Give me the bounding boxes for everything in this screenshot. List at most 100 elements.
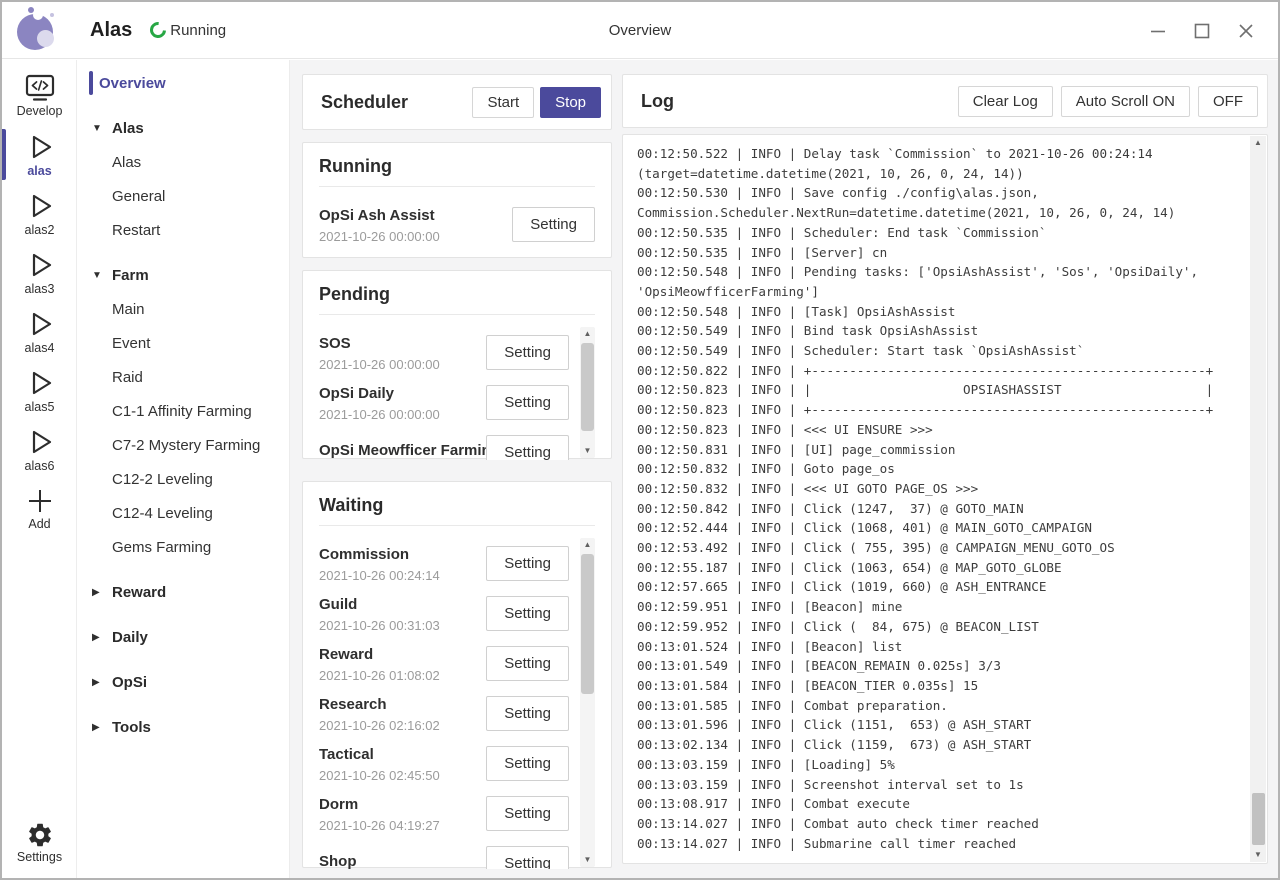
maximize-icon — [1191, 20, 1213, 42]
divider — [319, 525, 595, 526]
rail-item-label: alas6 — [25, 459, 55, 473]
task-setting-button[interactable]: Setting — [486, 435, 569, 461]
task-setting-button[interactable]: Setting — [486, 746, 569, 781]
task-name: Research — [319, 694, 440, 715]
scroll-up-icon[interactable]: ▲ — [1250, 136, 1266, 150]
nav-item[interactable]: General — [77, 179, 289, 213]
divider — [319, 186, 595, 187]
waiting-scrollbar[interactable]: ▲ ▼ — [580, 538, 595, 867]
task-setting-button[interactable]: Setting — [486, 646, 569, 681]
nav-arrow-icon: ▶ — [92, 587, 112, 598]
task-setting-button[interactable]: Setting — [486, 796, 569, 831]
nav-item[interactable]: ▼ Alas — [77, 111, 289, 145]
rail-item-alas6[interactable]: alas6 — [2, 420, 77, 479]
task-info: Commission 2021-10-26 00:24:14 — [319, 544, 440, 583]
scroll-down-icon[interactable]: ▼ — [580, 853, 595, 867]
scrollbar-thumb[interactable] — [581, 343, 594, 431]
running-spinner-icon — [147, 19, 170, 42]
nav-item[interactable]: Raid — [77, 360, 289, 394]
running-title: Running — [319, 156, 595, 177]
log-line: 00:12:57.665 | INFO | Click (1019, 660) … — [637, 577, 1237, 597]
log-scrollbar[interactable]: ▲ ▼ — [1250, 136, 1266, 862]
task-name: Dorm — [319, 794, 440, 815]
scroll-down-icon[interactable]: ▼ — [580, 444, 595, 458]
scrollbar-thumb[interactable] — [1252, 793, 1265, 845]
log-buttons: Clear Log Auto Scroll ON OFF — [958, 86, 1258, 117]
log-line: 00:12:59.952 | INFO | Click ( 84, 675) @… — [637, 617, 1237, 637]
log-line: 00:12:50.832 | INFO | <<< UI GOTO PAGE_O… — [637, 479, 1237, 499]
rail-item-add[interactable]: Add — [2, 479, 77, 538]
task-setting-button[interactable]: Setting — [486, 846, 569, 870]
task-setting-button[interactable]: Setting — [486, 546, 569, 581]
task-row: OpSi Daily 2021-10-26 00:00:00 Setting — [319, 377, 569, 427]
rail-item-settings[interactable]: Settings — [2, 813, 77, 872]
nav-item[interactable]: ▶ Daily — [77, 620, 289, 654]
nav-item[interactable]: C1-1 Affinity Farming — [77, 394, 289, 428]
log-line: 00:12:50.549 | INFO | Scheduler: Start t… — [637, 341, 1237, 361]
task-setting-button[interactable]: Setting — [486, 596, 569, 631]
maximize-button[interactable] — [1180, 11, 1224, 51]
clear-log-button[interactable]: Clear Log — [958, 86, 1053, 117]
code-monitor-icon — [24, 73, 56, 103]
scheduler-status: Running — [150, 22, 226, 39]
log-output[interactable]: 00:12:50.522 | INFO | Delay task `Commis… — [622, 134, 1268, 864]
nav-item[interactable]: Event — [77, 326, 289, 360]
scheduler-stop-button[interactable]: Stop — [540, 87, 601, 118]
plus-icon — [25, 486, 55, 516]
nav-item[interactable]: Main — [77, 292, 289, 326]
pending-scrollbar[interactable]: ▲ ▼ — [580, 327, 595, 458]
scroll-up-icon[interactable]: ▲ — [580, 327, 595, 341]
nav-item[interactable]: Gems Farming — [77, 530, 289, 564]
log-line: 00:12:50.842 | INFO | Click (1247, 37) @… — [637, 499, 1237, 519]
nav-arrow-icon: ▼ — [92, 270, 112, 281]
task-setting-button[interactable]: Setting — [486, 385, 569, 420]
nav-item-label: C12-4 Leveling — [112, 505, 213, 522]
log-line: 00:12:50.530 | INFO | Save config ./conf… — [637, 183, 1237, 203]
rail-item-alas2[interactable]: alas2 — [2, 184, 77, 243]
nav-item-label: Tools — [112, 719, 151, 736]
nav-item[interactable]: C12-4 Leveling — [77, 496, 289, 530]
nav-item[interactable]: C7-2 Mystery Farming — [77, 428, 289, 462]
minimize-button[interactable] — [1136, 11, 1180, 51]
nav-item[interactable]: ▼ Farm — [77, 258, 289, 292]
waiting-title: Waiting — [319, 495, 595, 516]
nav-item[interactable]: ▶ OpSi — [77, 665, 289, 699]
log-line: 00:12:50.548 | INFO | [Task] OpsiAshAssi… — [637, 302, 1237, 322]
play-icon — [24, 190, 56, 222]
rail-item-alas4[interactable]: alas4 — [2, 302, 77, 361]
log-line: Commission.Scheduler.NextRun=datetime.da… — [637, 203, 1237, 223]
task-setting-button[interactable]: Setting — [486, 335, 569, 370]
close-button[interactable] — [1224, 11, 1268, 51]
rail-item-develop[interactable]: Develop — [2, 66, 77, 125]
scroll-up-icon[interactable]: ▲ — [580, 538, 595, 552]
autoscroll-off-button[interactable]: OFF — [1198, 86, 1258, 117]
nav-item-label: Alas — [112, 120, 144, 137]
log-line: 00:13:01.596 | INFO | Click (1151, 653) … — [637, 715, 1237, 735]
task-row: Dorm 2021-10-26 04:19:27 Setting — [319, 788, 569, 838]
nav-item[interactable]: Overview — [77, 66, 289, 100]
task-row: Tactical 2021-10-26 02:45:50 Setting — [319, 738, 569, 788]
scheduler-title: Scheduler — [321, 92, 472, 113]
nav-item[interactable]: ▶ Tools — [77, 710, 289, 744]
rail-item-alas5[interactable]: alas5 — [2, 361, 77, 420]
scrollbar-thumb[interactable] — [581, 554, 594, 694]
scroll-down-icon[interactable]: ▼ — [1250, 848, 1266, 862]
task-setting-button[interactable]: Setting — [512, 207, 595, 242]
rail-item-alas[interactable]: alas — [2, 125, 77, 184]
nav-item[interactable]: ▶ Reward — [77, 575, 289, 609]
minimize-icon — [1147, 20, 1169, 42]
rail-item-alas3[interactable]: alas3 — [2, 243, 77, 302]
log-line: 00:12:50.831 | INFO | [UI] page_commissi… — [637, 440, 1237, 460]
nav-arrow-icon: ▶ — [92, 632, 112, 643]
pending-task-list: SOS 2021-10-26 00:00:00 Setting OpSi Dai… — [319, 327, 595, 460]
nav-item[interactable]: Alas — [77, 145, 289, 179]
autoscroll-on-button[interactable]: Auto Scroll ON — [1061, 86, 1190, 117]
log-line: 00:12:50.522 | INFO | Delay task `Commis… — [637, 144, 1237, 164]
log-line: 00:12:50.548 | INFO | Pending tasks: ['O… — [637, 262, 1237, 282]
nav-item[interactable]: Restart — [77, 213, 289, 247]
scheduler-start-button[interactable]: Start — [472, 87, 534, 118]
nav-item[interactable]: C12-2 Leveling — [77, 462, 289, 496]
task-name: SOS — [319, 333, 440, 354]
nav-item-label: Daily — [112, 629, 148, 646]
task-setting-button[interactable]: Setting — [486, 696, 569, 731]
